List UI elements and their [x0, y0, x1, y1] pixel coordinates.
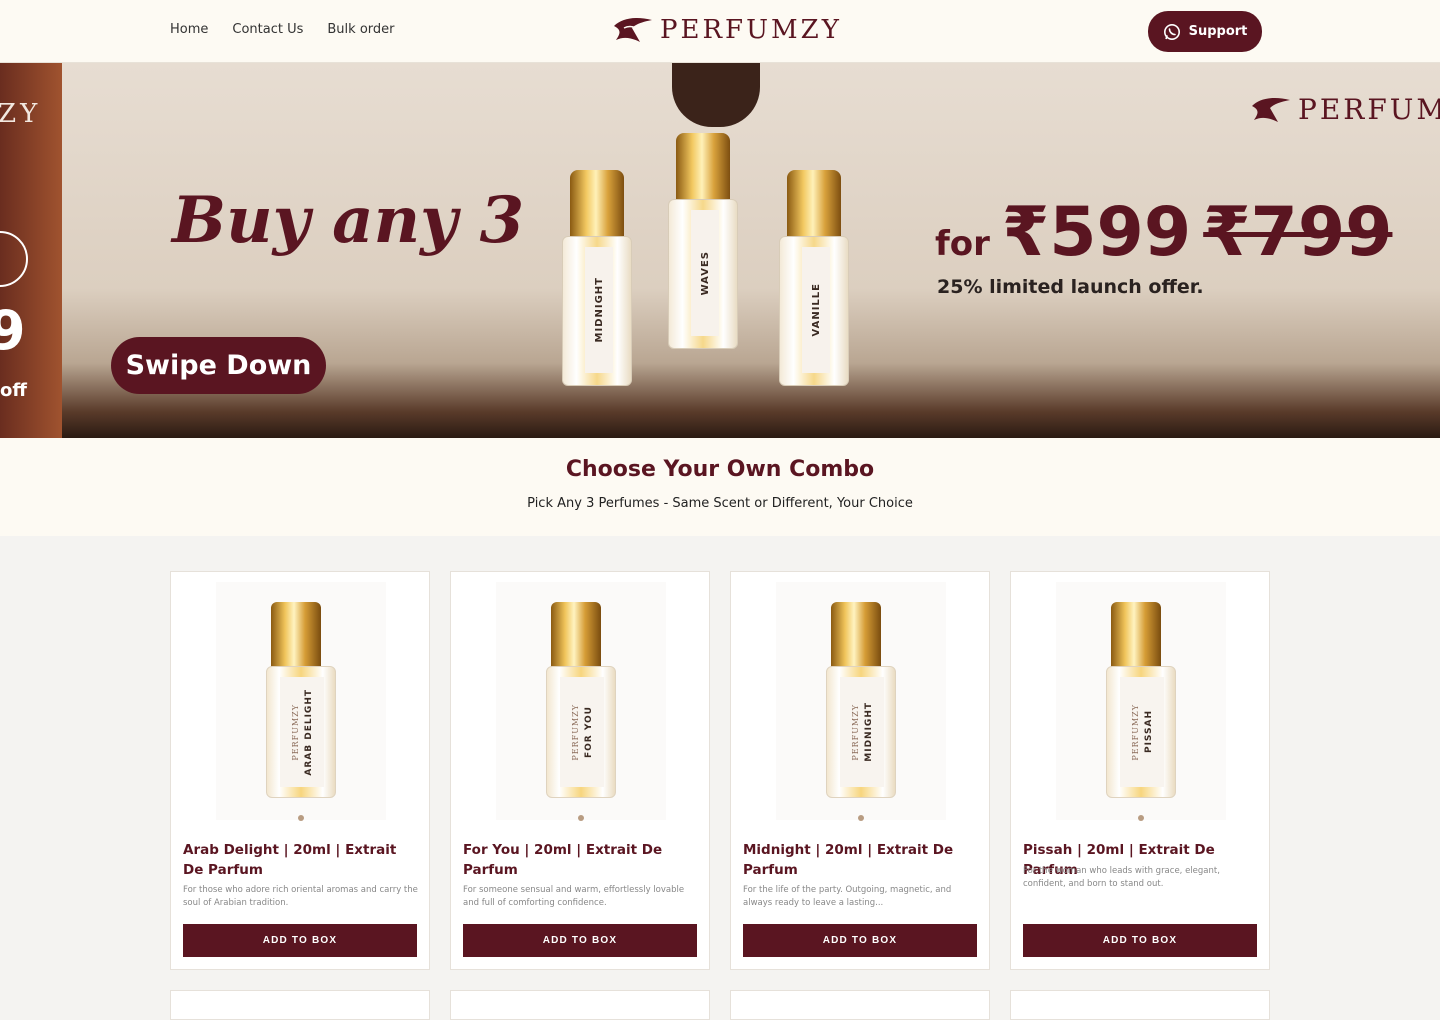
product-title[interactable]: Arab Delight | 20ml | Extrait De Parfum [183, 840, 419, 880]
hero-bottle-vanille: VANILLE [779, 170, 849, 390]
product-title[interactable]: Midnight | 20ml | Extrait De Parfum [743, 840, 979, 880]
nav-contact-link[interactable]: Contact Us [232, 22, 303, 37]
bottle-scent-text: FOR YOU [583, 705, 594, 759]
product-title[interactable]: For You | 20ml | Extrait De Parfum [463, 840, 699, 880]
add-to-box-button[interactable]: ADD TO BOX [1023, 924, 1257, 957]
product-image[interactable]: PERFUMZY MIDNIGHT [776, 582, 946, 820]
combo-subtitle: Pick Any 3 Perfumes - Same Scent or Diff… [527, 496, 913, 511]
combo-section-header: Choose Your Own Combo Pick Any 3 Perfume… [0, 438, 1440, 536]
product-card-next-row[interactable] [450, 990, 710, 1020]
hero-logo: PERFUMZY [1250, 93, 1440, 126]
bottle-scent-text: ARAB DELIGHT [303, 688, 314, 776]
price-old: ₹799 [1203, 193, 1393, 272]
prev-slide-brand-text: ZY [0, 99, 42, 129]
whatsapp-icon [1163, 23, 1180, 40]
product-description: For the life of the party. Outgoing, mag… [743, 885, 952, 908]
hero-bottle-label: MIDNIGHT [593, 277, 605, 343]
bottle-scent-text: MIDNIGHT [863, 702, 874, 762]
image-carousel-dot[interactable] [1138, 815, 1144, 821]
hero-bottle-midnight: MIDNIGHT [562, 170, 632, 390]
hand-holding-bottle [672, 63, 760, 127]
support-button[interactable]: Support [1148, 11, 1262, 52]
product-image[interactable]: PERFUMZY PISSAH [1056, 582, 1226, 820]
nav-bulk-order-link[interactable]: Bulk order [327, 22, 394, 37]
bottle-scent-text: PISSAH [1143, 710, 1154, 754]
prev-slide-circle [0, 231, 28, 287]
product-description: For those who adore rich oriental aromas… [183, 885, 418, 908]
support-label: Support [1188, 24, 1248, 39]
hero-headline: Buy any 3 [172, 183, 525, 258]
brand-name: PERFUMZY [660, 15, 842, 45]
add-to-box-button[interactable]: ADD TO BOX [463, 924, 697, 957]
swipe-down-button[interactable]: Swipe Down [111, 337, 326, 394]
hero-brand-name: PERFUMZY [1298, 93, 1440, 126]
product-card-next-row[interactable] [730, 990, 990, 1020]
bird-logo-icon [614, 18, 652, 42]
hero-price: for ₹599 ₹799 [935, 193, 1392, 272]
product-description: For the woman who leads with grace, eleg… [1023, 866, 1220, 889]
combo-title: Choose Your Own Combo [565, 457, 875, 482]
product-card[interactable]: PERFUMZY FOR YOU For You | 20ml | Extrai… [450, 571, 710, 970]
hero-bottle-waves: WAVES [668, 133, 738, 353]
hero-bottle-label: WAVES [699, 250, 711, 296]
product-card[interactable]: PERFUMZY ARAB DELIGHT Arab Delight | 20m… [170, 571, 430, 970]
product-card[interactable]: PERFUMZY MIDNIGHT Midnight | 20ml | Extr… [730, 571, 990, 970]
bird-logo-icon [1252, 97, 1290, 122]
product-card-next-row[interactable] [1010, 990, 1270, 1020]
prev-slide-off-text: off [0, 380, 27, 401]
main-nav: Home Contact Us Bulk order [170, 22, 395, 37]
bottle-brand-text: PERFUMZY [290, 703, 300, 761]
site-header: Home Contact Us Bulk order PERFUMZY Supp… [0, 0, 1440, 63]
image-carousel-dot[interactable] [858, 815, 864, 821]
prev-slide-price: 9 [0, 299, 26, 362]
nav-home-link[interactable]: Home [170, 22, 208, 37]
previous-slide-peek: ZY 9 off [0, 63, 62, 438]
image-carousel-dot[interactable] [578, 815, 584, 821]
product-image[interactable]: PERFUMZY FOR YOU [496, 582, 666, 820]
hero-bottle-label: VANILLE [810, 283, 822, 337]
bottle-brand-text: PERFUMZY [1130, 703, 1140, 761]
product-card-next-row[interactable] [170, 990, 430, 1020]
price-for-text: for [935, 224, 990, 264]
price-new: ₹599 [1001, 193, 1192, 272]
site-logo[interactable]: PERFUMZY [612, 14, 842, 46]
hero-banner[interactable]: ZY 9 off MIDNIGHT WAVES VANILLE Buy any … [0, 63, 1440, 438]
offer-text: 25% limited launch offer. [937, 276, 1204, 298]
bottle-brand-text: PERFUMZY [850, 703, 860, 761]
product-card[interactable]: PERFUMZY PISSAH Pissah | 20ml | Extrait … [1010, 571, 1270, 970]
product-description: For someone sensual and warm, effortless… [463, 885, 685, 908]
add-to-box-button[interactable]: ADD TO BOX [743, 924, 977, 957]
add-to-box-button[interactable]: ADD TO BOX [183, 924, 417, 957]
product-image[interactable]: PERFUMZY ARAB DELIGHT [216, 582, 386, 820]
bottle-brand-text: PERFUMZY [570, 703, 580, 761]
image-carousel-dot[interactable] [298, 815, 304, 821]
